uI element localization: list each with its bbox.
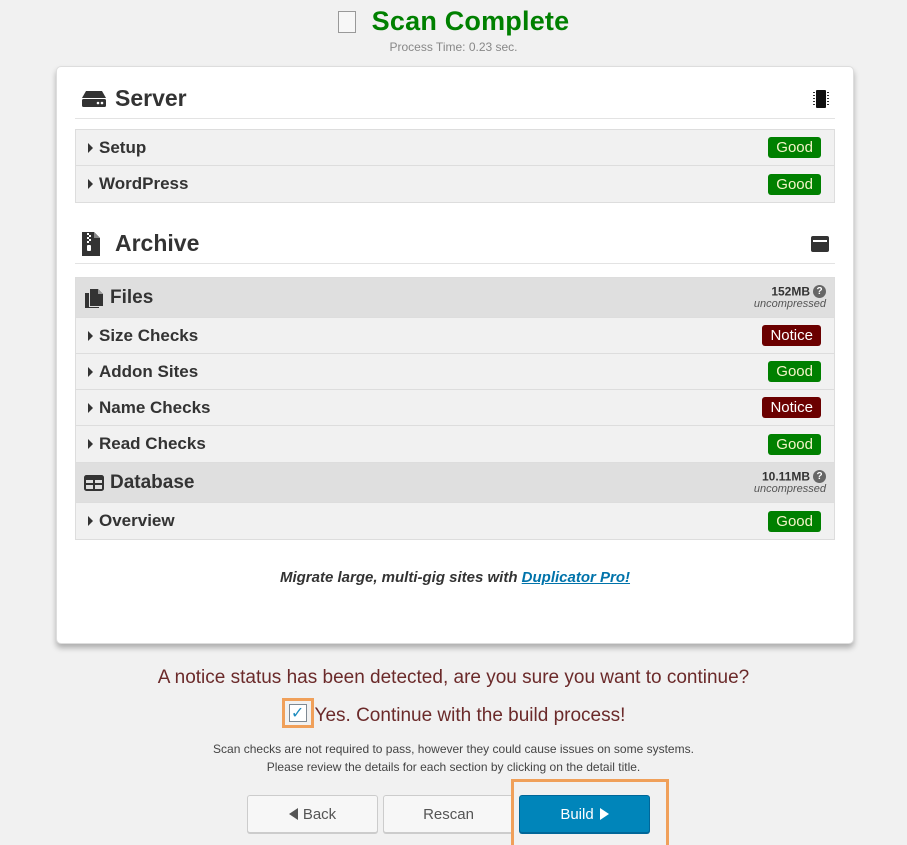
caret-right-icon bbox=[88, 516, 93, 526]
promo-message: Migrate large, multi-gig sites with bbox=[279, 569, 522, 586]
arrow-right-icon bbox=[599, 808, 609, 820]
confirm-checkbox[interactable]: ✓ bbox=[288, 704, 307, 722]
status-badge: Good bbox=[768, 137, 821, 158]
confirm-row: ✓ Yes. Continue with the build process! bbox=[0, 698, 907, 731]
page-title: Scan Complete bbox=[371, 6, 570, 36]
status-placeholder-icon bbox=[337, 10, 356, 33]
database-size-note: uncompressed bbox=[753, 483, 826, 495]
caret-right-icon bbox=[88, 439, 93, 449]
caret-right-icon bbox=[88, 366, 93, 377]
checkmark-icon: ✓ bbox=[290, 705, 305, 722]
caret-right-icon bbox=[88, 142, 93, 153]
caret-right-icon bbox=[88, 330, 93, 341]
server-icon bbox=[81, 87, 111, 111]
archive-checks: Files 152MB? uncompressed Size Checks No… bbox=[75, 277, 835, 540]
fine-print-line-1: Scan checks are not required to pass, ho… bbox=[213, 742, 694, 756]
confirm-label[interactable]: Yes. Continue with the build process! bbox=[315, 705, 626, 726]
duplicator-pro-link[interactable]: Duplicator Pro! bbox=[522, 569, 630, 586]
check-title[interactable]: Setup bbox=[99, 138, 146, 158]
check-title[interactable]: Name Checks bbox=[99, 398, 211, 418]
status-badge: Good bbox=[768, 361, 821, 382]
archive-section-header: Archive bbox=[75, 224, 835, 264]
check-title[interactable]: Size Checks bbox=[99, 326, 198, 346]
check-title[interactable]: Addon Sites bbox=[99, 362, 198, 382]
hard-drive-icon bbox=[811, 235, 829, 252]
status-badge: Notice bbox=[762, 397, 821, 418]
check-title[interactable]: Overview bbox=[99, 511, 175, 531]
back-label: Back bbox=[302, 805, 337, 823]
promo-text: Migrate large, multi-gig sites with Dupl… bbox=[57, 569, 853, 586]
database-size: 10.11MB? uncompressed bbox=[754, 470, 826, 495]
files-size-note: uncompressed bbox=[753, 298, 826, 310]
files-size-value: 152MB bbox=[771, 284, 810, 299]
files-group-header: Files 152MB? uncompressed bbox=[76, 278, 834, 318]
scan-results-panel: Server Setup Good WordPress Good Archive… bbox=[56, 66, 854, 644]
arrow-left-icon bbox=[288, 808, 298, 820]
server-section-header: Server bbox=[75, 79, 835, 119]
check-row-setup[interactable]: Setup Good bbox=[76, 130, 834, 166]
status-badge: Good bbox=[768, 173, 821, 195]
rescan-button[interactable]: Rescan bbox=[383, 795, 514, 833]
archive-title: Archive bbox=[115, 230, 200, 256]
back-button[interactable]: Back bbox=[247, 795, 378, 833]
scan-header: Scan Complete Process Time: 0.23 sec. bbox=[0, 0, 907, 60]
copy-files-icon bbox=[84, 288, 104, 308]
check-row-addon-sites[interactable]: Addon Sites Good bbox=[76, 354, 834, 390]
check-row-size-checks[interactable]: Size Checks Notice bbox=[76, 318, 834, 354]
files-size: 152MB? uncompressed bbox=[754, 285, 826, 310]
database-size-value: 10.11MB bbox=[761, 469, 810, 484]
rescan-label: Rescan bbox=[423, 805, 474, 823]
server-title: Server bbox=[115, 85, 187, 111]
database-title: Database bbox=[110, 471, 195, 493]
check-title[interactable]: WordPress bbox=[99, 174, 188, 194]
help-icon[interactable]: ? bbox=[813, 285, 826, 298]
check-title[interactable]: Read Checks bbox=[99, 434, 206, 454]
server-checks: Setup Good WordPress Good bbox=[75, 129, 835, 203]
chip-icon bbox=[813, 89, 829, 109]
check-row-read-checks[interactable]: Read Checks Good bbox=[76, 426, 834, 463]
caret-right-icon bbox=[88, 179, 93, 189]
table-icon bbox=[84, 473, 104, 493]
build-label: Build bbox=[560, 805, 594, 823]
status-badge: Notice bbox=[762, 325, 821, 346]
zip-file-icon bbox=[81, 231, 111, 256]
status-badge: Good bbox=[768, 433, 821, 455]
caret-right-icon bbox=[88, 402, 93, 413]
notice-question: A notice status has been detected, are y… bbox=[157, 667, 750, 688]
status-badge: Good bbox=[768, 510, 821, 532]
database-group-header: Database 10.11MB? uncompressed bbox=[76, 463, 834, 503]
files-title: Files bbox=[110, 286, 154, 308]
fine-print-line-2: Please review the details for each secti… bbox=[266, 760, 641, 774]
check-row-name-checks[interactable]: Name Checks Notice bbox=[76, 390, 834, 426]
build-button[interactable]: Build bbox=[519, 795, 650, 833]
checkbox-highlight: ✓ bbox=[281, 698, 314, 728]
check-row-overview[interactable]: Overview Good bbox=[76, 503, 834, 539]
help-icon[interactable]: ? bbox=[813, 470, 826, 483]
fine-print: Scan checks are not required to pass, ho… bbox=[0, 740, 907, 776]
check-row-wordpress[interactable]: WordPress Good bbox=[76, 166, 834, 202]
process-time: Process Time: 0.23 sec. bbox=[389, 40, 518, 54]
